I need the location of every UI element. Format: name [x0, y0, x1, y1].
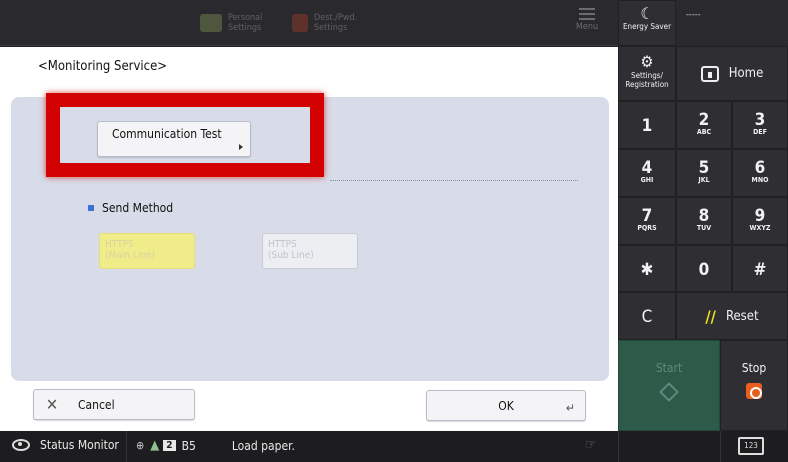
key-6[interactable]: 6 MNO: [732, 149, 788, 197]
stop-icon: [746, 383, 762, 399]
ok-button[interactable]: OK ↵: [426, 390, 586, 421]
paper-status: ⊕ ▲ 2 B5 Load paper.: [136, 438, 295, 453]
highlight-box: [46, 93, 324, 177]
page-title: <Monitoring Service>: [38, 59, 168, 74]
status-message: Load paper.: [231, 438, 295, 453]
key-8[interactable]: 8 TUV: [676, 197, 732, 245]
home-button[interactable]: Home: [676, 46, 788, 101]
key-5[interactable]: 5 JKL: [676, 149, 732, 197]
key-4[interactable]: 4 GHI: [618, 149, 676, 197]
personal-settings-button[interactable]: Personal Settings: [200, 8, 262, 38]
key-3-label: 3: [754, 110, 766, 130]
key-5-label: 5: [698, 158, 710, 178]
energy-saver-label: Energy Saver: [622, 22, 672, 31]
status-divider: [618, 431, 619, 462]
personal-settings-icon: [200, 14, 222, 32]
keypad-toggle-button[interactable]: 123: [738, 437, 764, 455]
remote-icon: ☞: [585, 437, 597, 453]
key-0[interactable]: 0: [676, 245, 732, 292]
key-7[interactable]: 7 PQRS: [618, 197, 676, 245]
key-8-label: 8: [698, 206, 710, 226]
key-1[interactable]: 1: [618, 101, 676, 149]
status-monitor-icon: [12, 439, 30, 451]
key-6-letters: MNO: [751, 176, 769, 184]
moon-icon: ☾: [640, 4, 654, 23]
home-icon: [700, 65, 719, 82]
top-bar: Personal Settings Dest./Pwd. Settings Me…: [0, 0, 618, 46]
enter-icon: ↵: [565, 401, 575, 415]
key-9-letters: WXYZ: [749, 224, 771, 232]
key-9-label: 9: [754, 206, 766, 226]
dest-pwd-settings-label: Dest./Pwd. Settings: [314, 13, 358, 33]
paper-size: B5: [181, 438, 196, 453]
settings-registration-button[interactable]: ⚙ Settings/ Registration: [618, 46, 676, 101]
status-bar: Status Monitor ⊕ ▲ 2 B5 Load paper. ☞ 12…: [0, 431, 788, 462]
key-5-letters: JKL: [698, 176, 710, 184]
https-main-line-option[interactable]: HTTPS (Main Line): [99, 233, 195, 269]
paper-tray-icon: ▲: [150, 438, 160, 453]
key-2-letters: ABC: [696, 128, 712, 136]
dest-pwd-settings-button[interactable]: Dest./Pwd. Settings: [292, 8, 357, 38]
https-sub-line-option[interactable]: HTTPS (Sub Line): [262, 233, 358, 269]
key-2-label: 2: [698, 110, 710, 130]
stop-label: Stop: [741, 361, 767, 375]
key-hash[interactable]: #: [732, 245, 788, 292]
key-4-letters: GHI: [640, 176, 654, 184]
bullet-icon: [88, 205, 94, 211]
status-monitor-label: Status Monitor: [40, 438, 119, 452]
energy-saver-button[interactable]: ☾ Energy Saver: [618, 0, 676, 46]
tray-number: 2: [163, 440, 176, 451]
key-6-label: 6: [754, 158, 766, 178]
lock-icon: ⊕: [136, 439, 145, 452]
key-2[interactable]: 2 ABC: [676, 101, 732, 149]
control-panel: ☾ Energy Saver ----- ⚙ Settings/ Registr…: [618, 0, 788, 431]
cancel-label: Cancel: [78, 397, 115, 412]
key-9[interactable]: 9 WXYZ: [732, 197, 788, 245]
reset-label: Reset: [725, 308, 759, 324]
key-8-letters: TUV: [696, 224, 712, 232]
menu-label: Menu: [575, 22, 599, 32]
key-asterisk[interactable]: ✱: [618, 245, 676, 292]
hamburger-icon: [579, 8, 595, 20]
reset-icon: //: [705, 306, 716, 326]
counter-display: -----: [676, 0, 788, 46]
home-label: Home: [728, 66, 764, 81]
menu-button[interactable]: Menu: [562, 4, 612, 42]
clear-label: C: [641, 307, 653, 327]
key-1-label: 1: [641, 116, 653, 136]
start-icon: [659, 382, 679, 402]
key-3[interactable]: 3 DEF: [732, 101, 788, 149]
status-divider: [720, 431, 721, 462]
personal-settings-label: Personal Settings: [228, 13, 263, 33]
settings-registration-label: Settings/ Registration: [625, 71, 669, 89]
status-divider: [126, 431, 127, 462]
status-monitor-button[interactable]: Status Monitor: [12, 438, 119, 452]
settings-icon: ⚙: [640, 52, 654, 71]
device-screen: Personal Settings Dest./Pwd. Settings Me…: [0, 0, 788, 462]
book-icon: [292, 14, 308, 32]
dotted-divider: [330, 180, 578, 181]
key-0-label: 0: [698, 260, 710, 280]
stop-button[interactable]: Stop: [720, 340, 788, 431]
start-button[interactable]: Start: [618, 340, 720, 431]
cancel-button[interactable]: ✕ Cancel: [33, 389, 195, 420]
key-3-letters: DEF: [753, 128, 767, 136]
clear-button[interactable]: C: [618, 292, 676, 340]
reset-button[interactable]: // Reset: [676, 292, 788, 340]
send-method-heading: Send Method: [88, 201, 173, 215]
start-label: Start: [655, 361, 683, 375]
key-7-letters: PQRS: [637, 224, 657, 232]
ok-label: OK: [498, 398, 514, 413]
send-method-label: Send Method: [102, 201, 174, 215]
key-asterisk-label: ✱: [640, 260, 654, 280]
key-hash-label: #: [753, 260, 767, 280]
key-4-label: 4: [641, 158, 653, 178]
close-icon: ✕: [45, 395, 59, 414]
key-7-label: 7: [641, 206, 653, 226]
